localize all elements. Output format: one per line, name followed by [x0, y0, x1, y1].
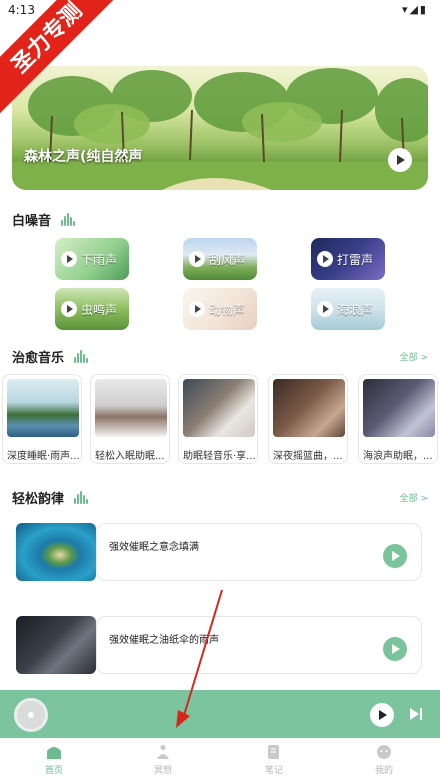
home-icon [47, 747, 61, 759]
noise-label: 下雨声 [81, 253, 118, 267]
relax-rhythm-title: 轻松韵律 [12, 488, 89, 508]
item-play-button[interactable] [383, 637, 407, 661]
healing-music-title-text: 治愈音乐 [12, 351, 65, 366]
play-icon [189, 251, 205, 267]
play-icon [61, 251, 77, 267]
tab-notes[interactable]: 笔记 [244, 744, 304, 780]
healing-music-card[interactable]: 海浪声助眠，... [358, 374, 438, 464]
white-noise-title: 白噪音 [12, 210, 76, 230]
relax-rhythm-title-text: 轻松韵律 [12, 492, 65, 507]
noise-item-wind[interactable]: 刮风声 [183, 238, 257, 280]
card-label: 轻松入眠助眠... [95, 451, 165, 462]
healing-music-card[interactable]: 深夜摇篮曲，... [268, 374, 348, 464]
item-title: 强效催眠之油纸伞的雨声 [109, 635, 219, 646]
card-image [273, 379, 345, 437]
noise-label: 海浪声 [337, 303, 374, 317]
play-icon [379, 710, 387, 720]
tab-label: 我的 [374, 766, 393, 776]
tab-profile[interactable]: 我的 [354, 744, 414, 780]
sound-wave-icon [73, 491, 89, 508]
noise-label: 虫鸣声 [81, 303, 118, 317]
noise-item-thunder[interactable]: 打雷声 [311, 238, 385, 280]
play-icon [392, 644, 400, 654]
item-card[interactable]: 强效催眠之油纸伞的雨声 [96, 616, 422, 674]
status-icons: ▾◢▮ [401, 3, 428, 16]
item-thumbnail [16, 616, 96, 674]
sound-wave-icon [60, 213, 76, 230]
play-icon [61, 301, 77, 317]
healing-music-title: 治愈音乐 [12, 347, 89, 367]
healing-music-list: 深度睡眠·雨声... 轻松入眠助眠... 助眠轻音乐·享... 深夜摇篮曲，..… [2, 374, 440, 466]
white-noise-title-text: 白噪音 [12, 214, 52, 229]
noise-item-insects[interactable]: 虫鸣声 [55, 288, 129, 330]
player-play-button[interactable] [370, 703, 394, 727]
featured-banner[interactable]: 森林之声(纯自然声 [12, 66, 428, 190]
sound-wave-icon [73, 350, 89, 367]
item-thumbnail [16, 523, 96, 581]
banner-play-button[interactable] [388, 148, 412, 172]
item-title: 强效催眠之意念填满 [109, 542, 199, 553]
tab-home[interactable]: 首页 [24, 744, 84, 780]
play-icon [397, 155, 405, 165]
play-icon [392, 551, 400, 561]
play-icon [317, 301, 333, 317]
healing-music-more-link[interactable]: 全部 > [400, 350, 428, 363]
healing-music-card[interactable]: 助眠轻音乐·享... [178, 374, 258, 464]
card-image [7, 379, 79, 437]
bottom-tab-bar: 首页 冥想 笔记 我的 [0, 740, 440, 782]
notes-icon [268, 745, 279, 759]
noise-label: 动物声 [209, 303, 246, 317]
item-card[interactable]: 强效催眠之意念填满 [96, 523, 422, 581]
item-play-button[interactable] [383, 544, 407, 568]
noise-label: 刮风声 [209, 253, 246, 267]
player-next-button[interactable] [410, 708, 424, 722]
white-noise-grid: 下雨声 刮风声 打雷声 虫鸣声 动物声 海浪声 [0, 236, 440, 332]
noise-item-waves[interactable]: 海浪声 [311, 288, 385, 330]
album-disc-icon[interactable] [14, 698, 48, 732]
relax-rhythm-item[interactable]: 强效催眠之意念填满 [16, 523, 422, 581]
play-icon [317, 251, 333, 267]
card-label: 深度睡眠·雨声... [7, 451, 80, 462]
meditation-icon [157, 744, 169, 759]
tab-meditation[interactable]: 冥想 [133, 744, 193, 780]
card-label: 助眠轻音乐·享... [183, 451, 256, 462]
profile-icon [377, 745, 391, 759]
mini-player[interactable] [0, 690, 440, 738]
noise-item-rain[interactable]: 下雨声 [55, 238, 129, 280]
card-image [183, 379, 255, 437]
noise-label: 打雷声 [337, 253, 374, 267]
tab-label: 首页 [44, 766, 63, 776]
relax-rhythm-item[interactable]: 强效催眠之油纸伞的雨声 [16, 616, 422, 674]
card-label: 深夜摇篮曲，... [273, 451, 343, 462]
tab-label: 笔记 [264, 766, 283, 776]
status-time: 4:13 [8, 3, 35, 17]
relax-rhythm-more-link[interactable]: 全部 > [400, 491, 428, 504]
noise-item-animals[interactable]: 动物声 [183, 288, 257, 330]
card-image [95, 379, 167, 437]
healing-music-card[interactable]: 轻松入眠助眠... [90, 374, 170, 464]
card-image [363, 379, 435, 437]
play-icon [189, 301, 205, 317]
next-icon [410, 708, 419, 720]
healing-music-card[interactable]: 深度睡眠·雨声... [2, 374, 82, 464]
card-label: 海浪声助眠，... [363, 451, 433, 462]
forest-illustration [12, 68, 428, 190]
banner-title: 森林之声(纯自然声 [24, 149, 143, 165]
tab-label: 冥想 [153, 766, 172, 776]
